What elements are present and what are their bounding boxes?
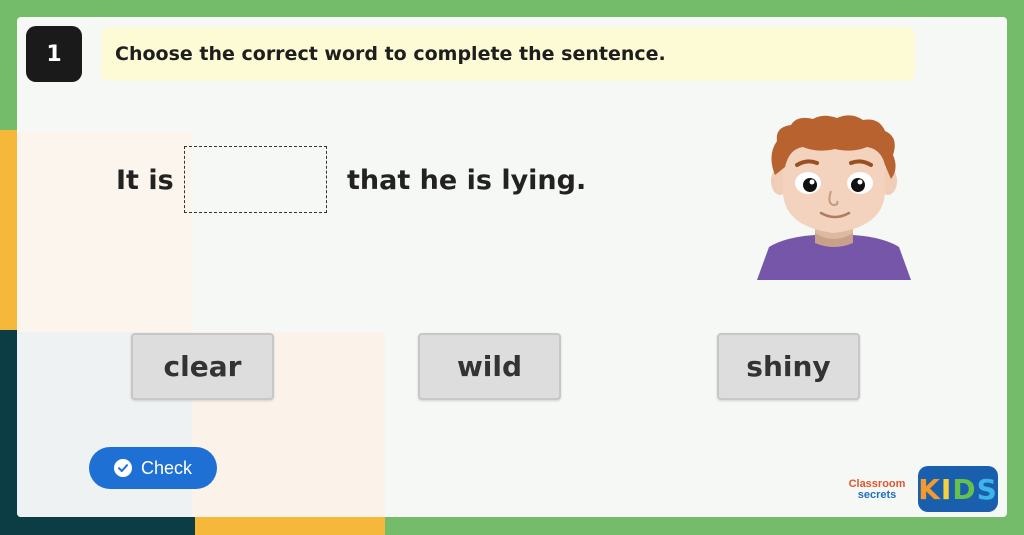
choice-wild[interactable]: wild — [418, 333, 561, 400]
kids-logo: K I D S — [918, 466, 998, 512]
choice-shiny[interactable]: shiny — [717, 333, 860, 400]
decor-dark-bottom — [0, 515, 195, 535]
instruction-text: Choose the correct word to complete the … — [115, 43, 666, 65]
sentence-start: It is — [116, 165, 174, 196]
instruction-banner: Choose the correct word to complete the … — [101, 27, 915, 81]
decor-yellow-bottom — [195, 515, 385, 535]
sentence-end: that he is lying. — [347, 165, 587, 196]
question-number: 1 — [26, 26, 82, 82]
boy-illustration — [757, 115, 911, 280]
classroom-secrets-logo: Classroom secrets — [848, 478, 906, 501]
question-card: 1 Choose the correct word to complete th… — [17, 17, 1007, 517]
answer-drop-zone[interactable] — [184, 146, 327, 213]
choice-clear[interactable]: clear — [131, 333, 274, 400]
check-button[interactable]: Check — [89, 447, 217, 489]
check-button-label: Check — [140, 457, 193, 478]
check-circle-icon — [113, 459, 132, 477]
